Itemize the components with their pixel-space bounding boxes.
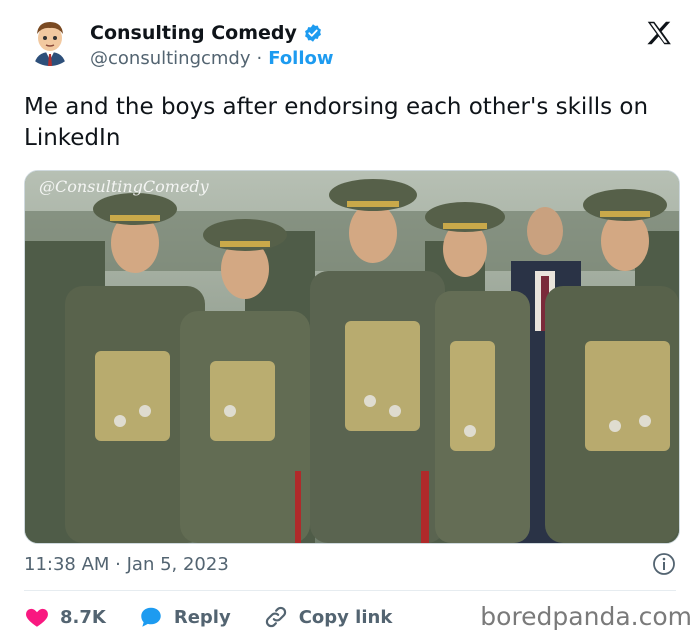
action-bar: 8.7K Reply Copy link [24,600,424,634]
heart-icon [26,608,48,627]
timestamp[interactable]: 11:38 AM · Jan 5, 2023 [24,554,229,575]
follow-button[interactable]: Follow [268,48,333,69]
name-row: Consulting Comedy [90,22,323,44]
display-name[interactable]: Consulting Comedy [90,22,297,44]
brand-watermark: boredpanda.com [480,602,692,631]
media-watermark: @ConsultingComedy [39,177,209,196]
handle[interactable]: @consultingcmdy [90,48,251,69]
tweet-text: Me and the boys after endorsing each oth… [24,94,649,151]
like-count: 8.7K [60,606,106,628]
handle-row: @consultingcmdy · Follow [90,48,334,69]
copy-link-button[interactable]: Copy link [263,604,393,630]
reply-label: Reply [173,606,231,628]
timestamp-row: 11:38 AM · Jan 5, 2023 [24,552,676,578]
photo-generals-image [25,171,679,543]
speech-bubble-icon [141,607,161,627]
avatar-image-icon [24,14,76,66]
verified-badge-icon [304,24,321,42]
reply-button[interactable]: Reply [138,604,231,630]
link-icon [265,606,286,628]
info-icon[interactable] [652,552,676,576]
x-logo-icon[interactable] [644,18,674,48]
copy-link-label: Copy link [298,606,393,628]
avatar[interactable] [24,14,76,66]
tweet-header: Consulting Comedy @consultingcmdy · Foll… [24,14,676,74]
divider [24,590,676,591]
tweet-media[interactable]: @ConsultingComedy [24,170,680,544]
separator: · [256,48,263,69]
like-button[interactable]: 8.7K [24,604,106,630]
